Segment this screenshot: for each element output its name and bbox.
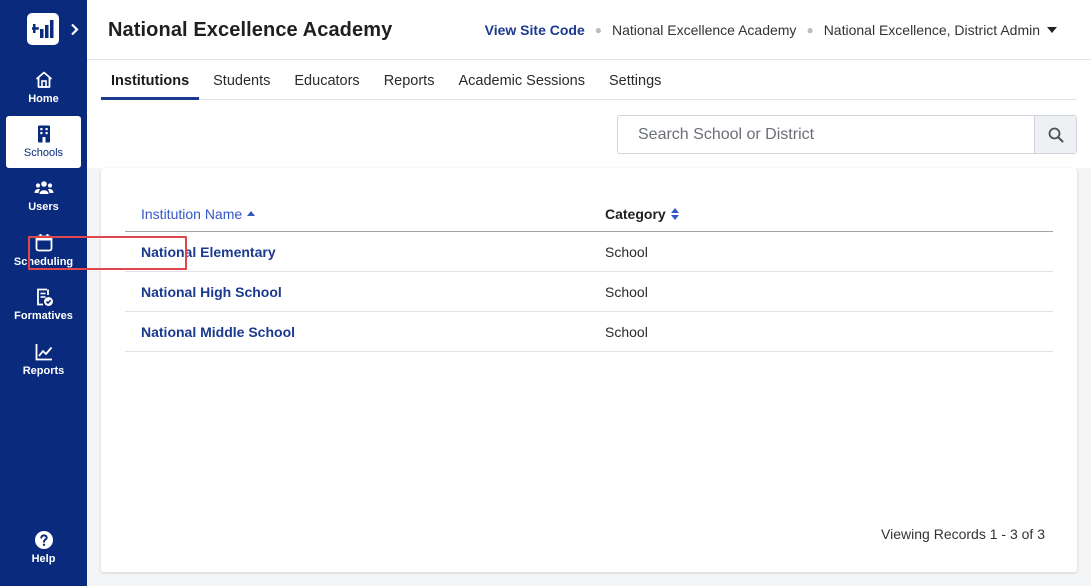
sidebar-item-home[interactable]: Home bbox=[6, 62, 81, 114]
institution-category: School bbox=[605, 324, 648, 340]
chevron-right-icon bbox=[70, 23, 79, 35]
tab-reports[interactable]: Reports bbox=[374, 60, 445, 100]
column-header-label: Institution Name bbox=[141, 206, 243, 222]
separator-dot: ● bbox=[594, 23, 602, 37]
sidebar-item-label: Schools bbox=[23, 147, 64, 159]
tab-educators[interactable]: Educators bbox=[284, 60, 369, 100]
top-header: National Excellence Academy View Site Co… bbox=[87, 0, 1091, 60]
sidebar-item-help[interactable]: Help bbox=[6, 522, 81, 574]
logo-icon bbox=[32, 20, 54, 38]
user-name: National Excellence, District Admin bbox=[823, 22, 1040, 38]
column-header-institution-name[interactable]: Institution Name bbox=[141, 206, 256, 222]
users-icon bbox=[34, 181, 53, 194]
search-button[interactable] bbox=[1034, 116, 1076, 153]
column-header-category[interactable]: Category bbox=[605, 206, 679, 222]
records-count: Viewing Records 1 - 3 of 3 bbox=[881, 526, 1045, 542]
sidebar-item-formatives[interactable]: Formatives bbox=[6, 279, 81, 331]
institution-link[interactable]: National Elementary bbox=[141, 244, 276, 260]
sidebar-item-label: Home bbox=[28, 93, 59, 105]
page-title: National Excellence Academy bbox=[108, 19, 393, 41]
tab-institutions[interactable]: Institutions bbox=[101, 60, 200, 100]
view-site-code-link[interactable]: View Site Code bbox=[485, 22, 585, 38]
tab-students[interactable]: Students bbox=[203, 60, 280, 100]
institution-link[interactable]: National Middle School bbox=[141, 324, 295, 340]
institution-category: School bbox=[605, 244, 648, 260]
sidebar-item-scheduling[interactable]: Scheduling bbox=[6, 225, 81, 277]
home-icon bbox=[35, 71, 52, 88]
sidebar-item-reports[interactable]: Reports bbox=[6, 334, 81, 386]
sidebar-item-label: Scheduling bbox=[13, 256, 74, 268]
search-bar bbox=[617, 115, 1077, 154]
tab-settings[interactable]: Settings bbox=[599, 60, 671, 100]
calendar-icon bbox=[35, 234, 52, 252]
sidebar: Home Schools Users Scheduling Formatives… bbox=[0, 0, 87, 586]
sidebar-item-schools[interactable]: Schools bbox=[6, 116, 81, 168]
tab-academic-sessions[interactable]: Academic Sessions bbox=[448, 60, 595, 100]
tab-bar: Institutions Students Educators Reports … bbox=[87, 60, 1091, 100]
institutions-card: Institution Name Category National Eleme… bbox=[101, 168, 1077, 572]
chart-line-icon bbox=[35, 344, 52, 361]
column-header-label: Category bbox=[605, 206, 666, 222]
table-row: National High School School bbox=[125, 272, 1053, 312]
caret-down-icon bbox=[1047, 27, 1057, 33]
sort-ascending-icon bbox=[247, 211, 256, 216]
app-logo[interactable] bbox=[27, 13, 59, 45]
sidebar-item-users[interactable]: Users bbox=[6, 170, 81, 222]
table-header: Institution Name Category bbox=[125, 204, 1053, 232]
sidebar-item-label: Reports bbox=[22, 365, 65, 377]
expand-sidebar-button[interactable] bbox=[68, 20, 80, 38]
search-input[interactable] bbox=[618, 116, 1034, 153]
table-row: National Elementary School bbox=[125, 232, 1053, 272]
sort-both-icon bbox=[670, 208, 679, 220]
help-icon bbox=[34, 531, 53, 549]
user-menu[interactable]: National Excellence, District Admin bbox=[824, 22, 1057, 38]
institution-category: School bbox=[605, 284, 648, 300]
institution-link[interactable]: National High School bbox=[141, 284, 282, 300]
sidebar-item-label: Users bbox=[28, 201, 59, 213]
building-icon bbox=[37, 125, 50, 143]
sidebar-item-label: Help bbox=[31, 553, 56, 565]
search-icon bbox=[1048, 127, 1063, 142]
separator-dot: ● bbox=[806, 23, 814, 37]
header-actions: View Site Code ● National Excellence Aca… bbox=[485, 22, 1057, 38]
sidebar-item-label: Formatives bbox=[14, 310, 73, 322]
table-row: National Middle School School bbox=[125, 312, 1053, 352]
institution-name: National Excellence Academy bbox=[612, 22, 797, 38]
clipboard-check-icon bbox=[36, 288, 53, 306]
